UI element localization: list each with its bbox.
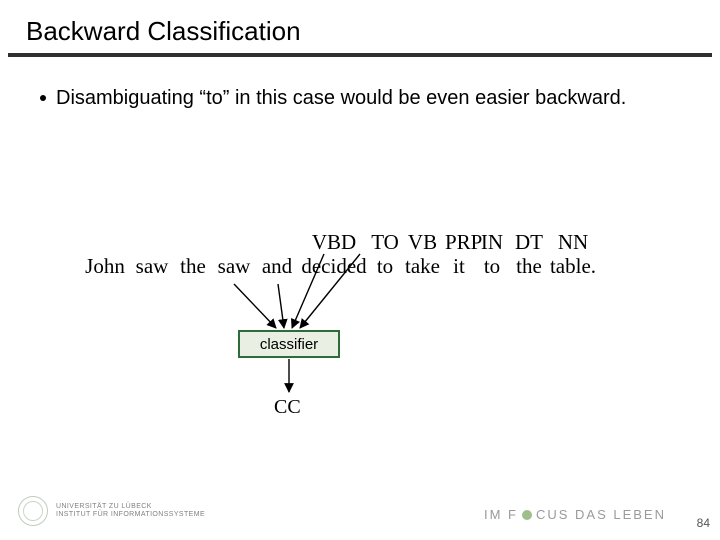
tag-cell: VBD [298, 230, 370, 254]
tag-cell: NN [547, 230, 599, 254]
tag-cell: IN [473, 230, 511, 254]
word-cell: and [256, 254, 298, 280]
page-number: 84 [697, 516, 710, 530]
word-cell: to [473, 254, 511, 280]
tag-cell [256, 230, 298, 254]
word-cell: John [80, 254, 130, 280]
slide-title: Backward Classification [0, 0, 720, 53]
university-seal-icon [18, 496, 48, 526]
tag-cell: PRP [445, 230, 473, 254]
word-cell: table. [547, 254, 599, 280]
tag-cell: VB [400, 230, 445, 254]
word-cell: it [445, 254, 473, 280]
tag-cell [130, 230, 174, 254]
bullet-text: Disambiguating “to” in this case would b… [56, 85, 626, 111]
tag-cell: TO [370, 230, 400, 254]
tag-cell [212, 230, 256, 254]
classifier-label: classifier [260, 336, 318, 353]
word-cell: to [370, 254, 400, 280]
motto-prefix: IM F [484, 507, 518, 522]
motto-suffix: CUS DAS LEBEN [536, 507, 666, 522]
bullet-item: Disambiguating “to” in this case would b… [40, 85, 720, 111]
word-cell: the [174, 254, 212, 280]
footer-motto: IM F CUS DAS LEBEN [484, 507, 666, 522]
bullet-dot-icon [40, 95, 46, 101]
bullet-area: Disambiguating “to” in this case would b… [0, 57, 720, 111]
classifier-box: classifier [238, 330, 340, 358]
word-cell: decided [298, 254, 370, 280]
uni-line2: INSTITUT FÜR INFORMATIONSSYSTEME [56, 511, 205, 519]
tag-cell: DT [511, 230, 547, 254]
uni-line1: UNIVERSITÄT ZU LÜBECK [56, 503, 205, 511]
tag-cell [80, 230, 130, 254]
tag-cell [174, 230, 212, 254]
word-cell: saw [130, 254, 174, 280]
word-cell: take [400, 254, 445, 280]
focus-dot-icon [522, 510, 532, 520]
university-name: UNIVERSITÄT ZU LÜBECK INSTITUT FÜR INFOR… [56, 503, 205, 518]
word-row: John saw the saw and decided to take it … [80, 254, 640, 280]
word-cell: the [511, 254, 547, 280]
footer-left: UNIVERSITÄT ZU LÜBECK INSTITUT FÜR INFOR… [18, 496, 205, 526]
word-cell: saw [212, 254, 256, 280]
pos-tag-row: VBD TO VB PRP IN DT NN [80, 230, 640, 254]
sentence-diagram: VBD TO VB PRP IN DT NN John saw the saw … [80, 230, 640, 280]
output-tag: CC [274, 396, 301, 419]
